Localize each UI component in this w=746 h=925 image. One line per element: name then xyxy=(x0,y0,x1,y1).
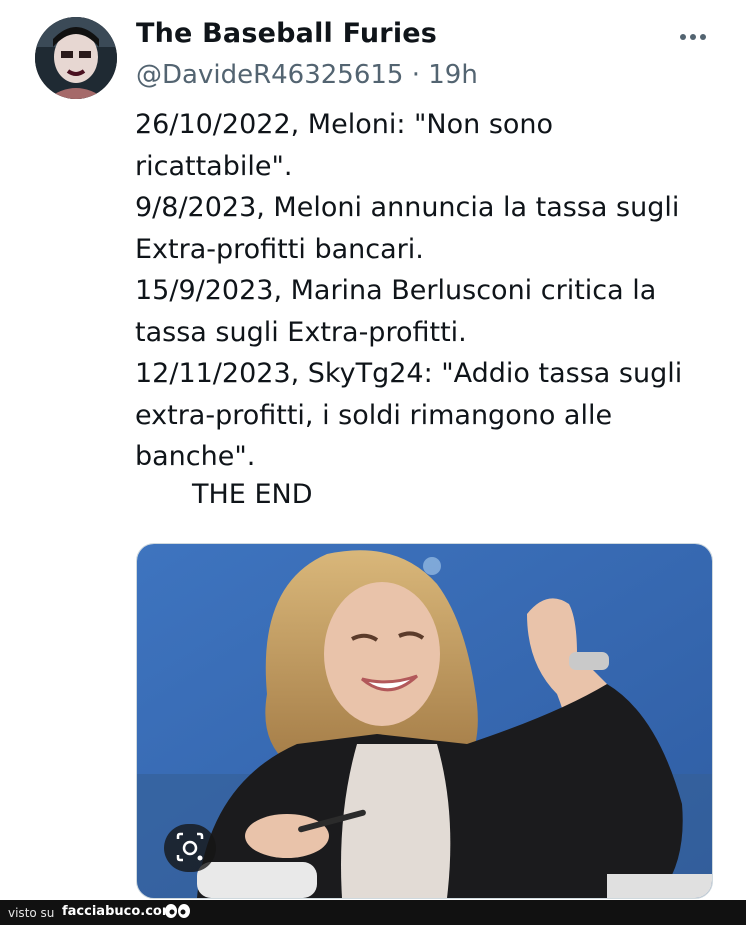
watermark-bar: visto su facciabuco.com xyxy=(0,900,746,925)
more-horizontal-icon xyxy=(680,34,686,40)
more-dot xyxy=(690,34,696,40)
tweet-text: 26/10/2022, Meloni: "Non sono ricattabil… xyxy=(135,109,683,472)
avatar-image xyxy=(35,17,117,99)
more-options-button[interactable] xyxy=(672,26,712,46)
author-meta: @DavideR46325615 · 19h xyxy=(136,60,478,90)
watermark-brand: facciabuco.com xyxy=(62,904,176,919)
eyes-logo-icon xyxy=(165,904,190,918)
lens-button[interactable] xyxy=(164,824,216,872)
more-dot xyxy=(700,34,706,40)
avatar[interactable] xyxy=(35,17,117,99)
tweet-ending: THE END xyxy=(192,479,313,510)
watermark-visto-su: visto su xyxy=(8,906,55,920)
post-time[interactable]: 19h xyxy=(428,60,478,90)
photo-illustration xyxy=(137,544,712,898)
tweet-media-photo[interactable] xyxy=(136,543,713,899)
author-handle[interactable]: @DavideR46325615 xyxy=(136,60,403,90)
author-display-name[interactable]: The Baseball Furies xyxy=(136,18,437,49)
meta-separator: · xyxy=(403,60,429,90)
camera-lens-icon xyxy=(176,832,204,862)
